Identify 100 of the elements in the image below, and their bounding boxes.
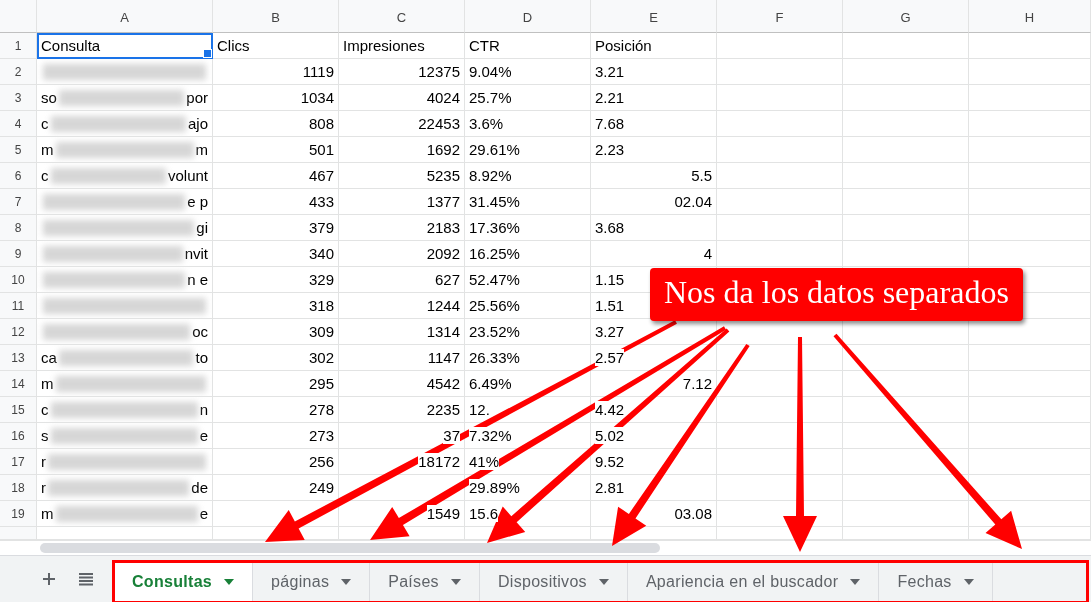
table-cell: Impresiones xyxy=(339,33,465,59)
sheet-tab[interactable]: Consultas xyxy=(114,562,254,602)
table-cell: 318 xyxy=(213,293,339,319)
query-text-fragment: s xyxy=(41,427,49,444)
caret-icon[interactable] xyxy=(224,579,235,585)
column-header[interactable]: H xyxy=(969,0,1091,33)
table-cell: 249 xyxy=(213,475,339,501)
caret-icon[interactable] xyxy=(963,579,974,585)
row-number[interactable]: 8 xyxy=(0,215,37,241)
query-text-fragment: m xyxy=(41,375,54,392)
table-cell: 7.68 xyxy=(591,111,717,137)
row-number[interactable]: 5 xyxy=(0,137,37,163)
column-header[interactable]: G xyxy=(843,0,969,33)
caret-icon[interactable] xyxy=(450,579,461,585)
column-header[interactable]: E xyxy=(591,0,717,33)
table-cell: 433 xyxy=(213,189,339,215)
table-cell: 309 xyxy=(213,319,339,345)
row-number[interactable]: 15 xyxy=(0,397,37,423)
table-cell: 2183 xyxy=(339,215,465,241)
row-number[interactable]: 16 xyxy=(0,423,37,449)
table-cell: 467 xyxy=(213,163,339,189)
row-number[interactable]: 3 xyxy=(0,85,37,111)
query-text-fragment: e xyxy=(199,427,208,444)
query-text-fragment: oc xyxy=(192,323,208,340)
callout-label: Nos da los datos separados xyxy=(650,268,1023,321)
table-cell: 2.21 xyxy=(591,85,717,111)
column-header[interactable]: F xyxy=(717,0,843,33)
row-number[interactable]: 6 xyxy=(0,163,37,189)
table-cell: 02.04 xyxy=(591,189,717,215)
table-cell: 3.68 xyxy=(591,215,717,241)
row-number[interactable]: 13 xyxy=(0,345,37,371)
caret-icon[interactable] xyxy=(850,579,861,585)
table-cell: 627 xyxy=(339,267,465,293)
table-cell: 16.25% xyxy=(465,241,591,267)
query-text-fragment: m xyxy=(41,505,54,522)
row-number[interactable]: 1 xyxy=(0,33,37,59)
query-text-fragment: m xyxy=(41,141,54,158)
table-cell: Posición xyxy=(591,33,717,59)
caret-icon[interactable] xyxy=(598,579,609,585)
table-cell: 4542 xyxy=(339,371,465,397)
query-text-fragment: n xyxy=(199,401,208,418)
row-number[interactable]: 18 xyxy=(0,475,37,501)
column-header[interactable]: B xyxy=(213,0,339,33)
row-number[interactable]: 11 xyxy=(0,293,37,319)
table-cell: 3.21 xyxy=(591,59,717,85)
table-cell: 23.52% xyxy=(465,319,591,345)
query-text-fragment: ca xyxy=(41,349,57,366)
table-cell: 1147 xyxy=(339,345,465,371)
table-cell: 8.92% xyxy=(465,163,591,189)
table-cell: 12375 xyxy=(339,59,465,85)
table-cell: 2092 xyxy=(339,241,465,267)
table-cell: 1377 xyxy=(339,189,465,215)
table-cell: 1119 xyxy=(213,59,339,85)
query-text-fragment: c xyxy=(41,167,49,184)
table-cell: 9.04% xyxy=(465,59,591,85)
list-icon[interactable] xyxy=(78,572,94,586)
table-cell: 295 xyxy=(213,371,339,397)
query-text-fragment: ajo xyxy=(187,115,208,132)
row-number[interactable]: 14 xyxy=(0,371,37,397)
query-text-fragment: volunt xyxy=(167,167,208,184)
query-text-fragment: c xyxy=(41,401,49,418)
query-text-fragment: e p xyxy=(187,193,208,210)
row-number[interactable]: 10 xyxy=(0,267,37,293)
table-cell: 4 xyxy=(591,241,717,267)
table-cell: 31.45% xyxy=(465,189,591,215)
horizontal-scrollbar[interactable] xyxy=(40,543,660,553)
table-cell: 278 xyxy=(213,397,339,423)
table-cell: 5.5 xyxy=(591,163,717,189)
table-cell: 256 xyxy=(213,449,339,475)
row-number[interactable]: 17 xyxy=(0,449,37,475)
row-number[interactable]: 2 xyxy=(0,59,37,85)
column-header[interactable]: A xyxy=(37,0,213,33)
table-cell: 25.56% xyxy=(465,293,591,319)
table-cell: 340 xyxy=(213,241,339,267)
table-cell: 52.47% xyxy=(465,267,591,293)
table-cell: 329 xyxy=(213,267,339,293)
query-text-fragment: de xyxy=(191,479,208,496)
query-text-fragment: r xyxy=(41,479,46,496)
row-number[interactable]: 4 xyxy=(0,111,37,137)
query-text-fragment: r xyxy=(41,453,46,470)
row-number[interactable]: 9 xyxy=(0,241,37,267)
table-cell: 302 xyxy=(213,345,339,371)
table-cell: 26.33% xyxy=(465,345,591,371)
table-cell: 1692 xyxy=(339,137,465,163)
column-header[interactable]: C xyxy=(339,0,465,33)
table-cell: 501 xyxy=(213,137,339,163)
table-cell: 2235 xyxy=(339,397,465,423)
column-header[interactable]: D xyxy=(465,0,591,33)
table-cell: 4024 xyxy=(339,85,465,111)
row-number[interactable]: 12 xyxy=(0,319,37,345)
caret-icon[interactable] xyxy=(341,579,352,585)
table-cell: 22453 xyxy=(339,111,465,137)
row-number[interactable]: 19 xyxy=(0,501,37,527)
query-text-fragment: e xyxy=(199,505,208,522)
row-number[interactable]: 7 xyxy=(0,189,37,215)
table-cell: 1244 xyxy=(339,293,465,319)
table-cell: 5235 xyxy=(339,163,465,189)
table-cell: 29.61% xyxy=(465,137,591,163)
add-icon[interactable] xyxy=(42,572,56,586)
table-cell: 1034 xyxy=(213,85,339,111)
